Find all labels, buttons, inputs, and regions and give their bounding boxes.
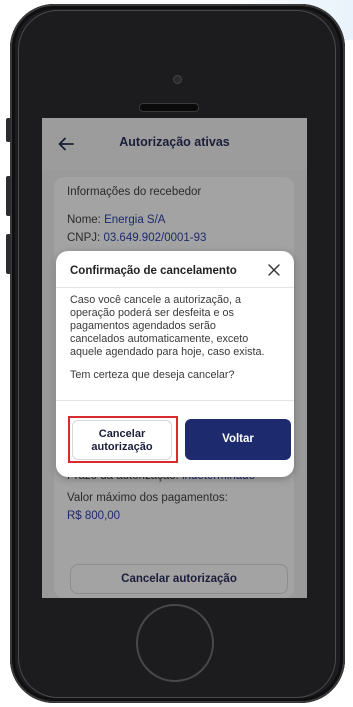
page-title: Autorização ativas xyxy=(119,135,230,149)
dialog-message-line: pagamentos agendados serão xyxy=(70,320,216,332)
phone-screen: Autorização ativas Informações do recebe… xyxy=(42,118,307,598)
dialog-question: Tem certeza que deseja cancelar? xyxy=(70,369,235,381)
dialog-message-line: cancelados automaticamente, exceto xyxy=(70,333,249,345)
receiver-section-title: Informações do recebedor xyxy=(67,186,202,198)
dialog-header-divider xyxy=(56,287,294,288)
receiver-name-label: Nome: xyxy=(67,214,101,226)
cancel-authorization-button[interactable]: Cancelar autorização xyxy=(70,564,288,594)
dialog-message-line: operação poderá ser desfeita e os xyxy=(70,307,234,319)
app-bar: Autorização ativas xyxy=(42,118,307,170)
close-icon[interactable] xyxy=(264,260,284,280)
dialog-footer-divider xyxy=(56,400,294,401)
home-button[interactable] xyxy=(136,604,214,682)
receiver-cnpj-label: CNPJ: xyxy=(67,232,101,244)
valor-value: R$ 800,00 xyxy=(67,510,121,522)
confirm-cancel-button[interactable]: Cancelar autorização xyxy=(72,420,172,460)
receiver-name-value: Energia S/A xyxy=(104,214,166,226)
confirm-cancel-label-line1: Cancelar xyxy=(98,428,146,440)
earpiece-speaker xyxy=(139,103,199,112)
dialog-message: Caso você cancele a autorização, a opera… xyxy=(70,294,284,359)
receiver-name-row: Nome: Energia S/A xyxy=(67,214,165,226)
receiver-cnpj-value: 03.649.902/0001-93 xyxy=(103,232,207,244)
dialog-message-line: aquele agendado para hoje, caso exista. xyxy=(70,346,265,358)
volume-up-button xyxy=(6,176,11,216)
confirm-cancel-label-line2: autorização xyxy=(91,441,153,453)
dialog-message-line: Caso você cancele a autorização, a xyxy=(70,294,242,306)
valor-label: Valor máximo dos pagamentos: xyxy=(67,492,228,504)
volume-down-button xyxy=(6,234,11,274)
cancel-confirmation-dialog: Confirmação de cancelamento Caso você ca… xyxy=(56,251,294,477)
front-camera xyxy=(173,75,182,84)
dialog-title: Confirmação de cancelamento xyxy=(70,265,237,277)
mute-switch xyxy=(6,118,11,142)
back-button[interactable]: Voltar xyxy=(185,419,291,460)
receiver-cnpj-row: CNPJ: 03.649.902/0001-93 xyxy=(67,232,206,244)
